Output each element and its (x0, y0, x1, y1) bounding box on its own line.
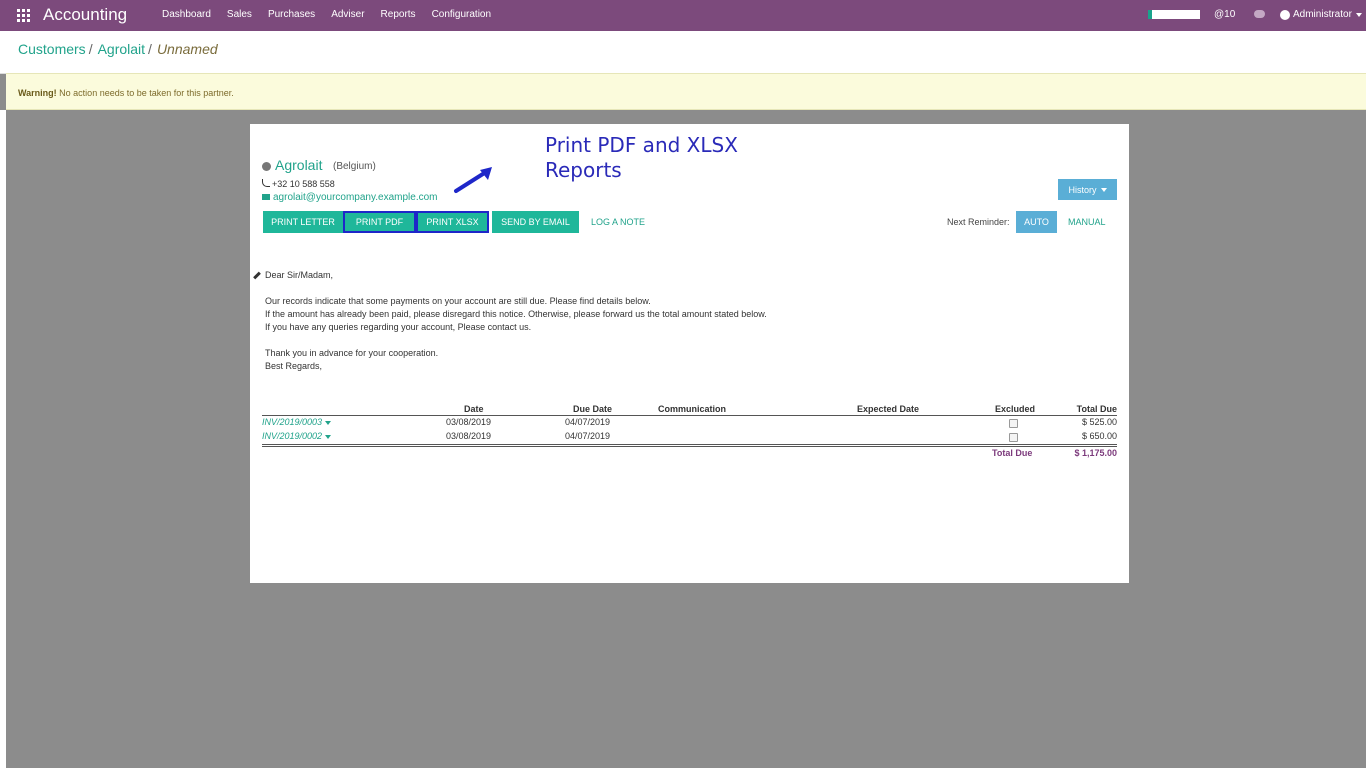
row-total: $ 525.00 (1081, 417, 1117, 427)
breadcrumb: Customers / Agrolait / Unnamed (18, 41, 218, 57)
menu-item-sales[interactable]: Sales (227, 9, 252, 20)
table-row: INV/2019/0002 03/08/2019 04/07/2019 $ 65… (262, 430, 1117, 444)
invoice-link[interactable]: INV/2019/0003 (262, 417, 332, 427)
chevron-down-icon (1100, 187, 1107, 192)
letter-body: Dear Sir/Madam, Our records indicate tha… (253, 269, 767, 373)
status-dot-icon (262, 162, 271, 171)
chevron-down-icon[interactable] (325, 420, 332, 425)
table-header: Date Due Date Communication Expected Dat… (262, 403, 1117, 416)
next-reminder-label: Next Reminder: (947, 217, 1010, 227)
print-xlsx-button[interactable]: PRINT XLSX (416, 211, 489, 233)
col-total-due: Total Due (1076, 404, 1117, 414)
warning-message: No action needs to be taken for this par… (56, 88, 234, 98)
chevron-down-icon (1355, 12, 1362, 17)
user-name: Administrator (1293, 9, 1352, 20)
app-grid-icon[interactable] (17, 9, 30, 22)
letter-greeting[interactable]: Dear Sir/Madam, (265, 270, 333, 280)
row-total: $ 650.00 (1081, 431, 1117, 441)
col-date: Date (464, 404, 484, 414)
letter-paragraph: Thank you in advance for your cooperatio… (265, 348, 439, 358)
table-row: INV/2019/0003 03/08/2019 04/07/2019 $ 52… (262, 416, 1117, 430)
letter-paragraph: If you have any queries regarding your a… (265, 322, 532, 332)
phone-icon (262, 179, 270, 187)
annotation-arrow-icon (454, 167, 492, 193)
partner-phone: +32 10 588 558 (262, 179, 335, 189)
col-communication: Communication (658, 404, 727, 414)
letter-paragraph: Best Regards, (265, 361, 323, 371)
log-note-button[interactable]: LOG A NOTE (591, 217, 645, 227)
print-letter-button[interactable]: PRINT LETTER (263, 211, 343, 233)
row-date: 03/08/2019 (446, 417, 492, 427)
letter-paragraph: Our records indicate that some payments … (265, 296, 651, 306)
partner-email[interactable]: agrolait@yourcompany.example.com (262, 192, 437, 203)
envelope-icon (262, 194, 270, 200)
mentions-counter[interactable]: @10 (1214, 9, 1235, 20)
top-navbar: Accounting Dashboard Sales Purchases Adv… (0, 0, 1366, 31)
chat-icon[interactable] (1254, 10, 1265, 18)
menu-item-reports[interactable]: Reports (381, 9, 416, 20)
col-excluded: Excluded (995, 404, 1036, 414)
row-due-date: 04/07/2019 (565, 431, 611, 441)
pencil-icon[interactable] (253, 271, 261, 280)
auto-reminder-button[interactable]: AUTO (1016, 211, 1057, 233)
history-dropdown[interactable]: History (1058, 179, 1117, 200)
chevron-down-icon[interactable] (325, 434, 332, 439)
control-panel: Customers / Agrolait / Unnamed (0, 31, 1366, 74)
letter-paragraph: If the amount has already been paid, ple… (265, 309, 767, 319)
menu-item-adviser[interactable]: Adviser (331, 9, 364, 20)
invoice-link[interactable]: INV/2019/0002 (262, 431, 332, 441)
warning-banner: Warning! No action needs to be taken for… (6, 73, 1366, 110)
col-due-date: Due Date (573, 404, 613, 414)
app-title[interactable]: Accounting (43, 5, 127, 25)
col-expected-date: Expected Date (857, 404, 920, 414)
row-due-date: 04/07/2019 (565, 417, 611, 427)
total-due-label: Total Due (992, 448, 1033, 458)
warning-label: Warning! (18, 88, 57, 98)
row-date: 03/08/2019 (446, 431, 492, 441)
partner-name[interactable]: Agrolait (275, 157, 322, 173)
partner-country: (Belgium) (333, 161, 376, 172)
menu-item-configuration[interactable]: Configuration (432, 9, 491, 20)
user-menu[interactable]: Administrator (1280, 9, 1362, 20)
total-row: Total Due $ 1,175.00 (262, 447, 1117, 461)
excluded-checkbox[interactable] (1009, 419, 1018, 428)
total-due-amount: $ 1,175.00 (1074, 448, 1117, 458)
menu-item-purchases[interactable]: Purchases (268, 9, 315, 20)
invoices-table: Date Due Date Communication Expected Dat… (262, 403, 1117, 461)
send-by-email-button[interactable]: SEND BY EMAIL (492, 211, 579, 233)
avatar (1280, 9, 1290, 20)
breadcrumb-agrolait[interactable]: Agrolait (98, 41, 145, 57)
breadcrumb-current: Unnamed (156, 41, 218, 57)
activity-progress-bar[interactable] (1148, 10, 1200, 19)
excluded-checkbox[interactable] (1009, 433, 1018, 442)
left-strip (0, 110, 6, 768)
menu-item-dashboard[interactable]: Dashboard (162, 9, 211, 20)
breadcrumb-customers[interactable]: Customers (18, 41, 86, 57)
annotation-text: Print PDF and XLSX Reports (545, 133, 738, 182)
print-pdf-button[interactable]: PRINT PDF (343, 211, 416, 233)
main-menu: Dashboard Sales Purchases Adviser Report… (154, 9, 499, 20)
manual-reminder-button[interactable]: MANUAL (1068, 217, 1106, 227)
